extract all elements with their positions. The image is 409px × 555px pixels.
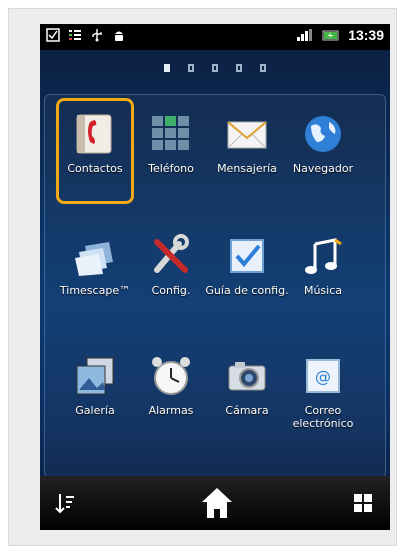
contacts-icon [73, 112, 117, 156]
globe-browser-icon [301, 112, 345, 156]
app-label: Galería [75, 404, 115, 417]
app-setup-guide[interactable]: Guía de config. [205, 234, 289, 297]
clock: 13:39 [348, 27, 384, 43]
svg-text:@: @ [315, 367, 331, 386]
app-messaging[interactable]: Mensajería [205, 112, 289, 175]
sort-icon [55, 494, 74, 514]
phone-dialer-icon [149, 112, 193, 156]
app-label: Alarmas [148, 404, 194, 417]
app-label: Música [303, 284, 343, 297]
apps-grid-button[interactable] [348, 488, 378, 518]
app-gallery[interactable]: Galería [53, 354, 137, 417]
app-label: Config. [151, 284, 191, 297]
home-button[interactable] [198, 484, 236, 522]
settings-tools-icon [149, 234, 193, 278]
page-dot[interactable] [236, 64, 242, 72]
android-debug-icon [115, 31, 123, 41]
app-settings[interactable]: Config. [129, 234, 213, 297]
bottom-bar [40, 476, 390, 530]
app-music[interactable]: Música [281, 234, 365, 297]
alarm-clock-icon [149, 354, 193, 398]
home-icon [202, 488, 232, 518]
app-timescape[interactable]: Timescape™ [53, 234, 137, 297]
app-label: Cámara [225, 404, 269, 417]
status-bar: 13:39 [40, 24, 390, 50]
app-label: Correo electrónico [292, 404, 354, 430]
usb-icon [92, 29, 102, 42]
battery-icon [322, 30, 339, 41]
page-dot[interactable] [188, 64, 194, 72]
app-phone[interactable]: Teléfono [129, 112, 213, 175]
app-label: Navegador [292, 162, 354, 175]
email-icon: @ [301, 354, 345, 398]
app-label: Guía de config. [205, 284, 289, 297]
app-label: Timescape™ [59, 284, 131, 297]
page-dot-active[interactable] [164, 64, 170, 72]
app-camera[interactable]: Cámara [205, 354, 289, 417]
home-page-indicator[interactable] [40, 64, 390, 72]
sort-button[interactable] [50, 488, 80, 518]
phone-screen: 13:39 Contactos Teléfono Mensajería Nave… [40, 24, 390, 530]
signal-icon [297, 29, 313, 41]
page-dot[interactable] [260, 64, 266, 72]
camera-icon [225, 354, 269, 398]
app-label: Contactos [67, 162, 123, 175]
notification-list-icon [69, 30, 81, 40]
app-browser[interactable]: Navegador [281, 112, 365, 175]
app-email[interactable]: @ Correo electrónico [281, 354, 365, 430]
gallery-icon [73, 354, 117, 398]
page-dot[interactable] [212, 64, 218, 72]
app-contacts[interactable]: Contactos [53, 112, 137, 175]
apps-grid-icon [354, 494, 372, 512]
timescape-icon [73, 234, 117, 278]
setup-guide-checkbox-icon [225, 234, 269, 278]
messaging-envelope-icon [225, 112, 269, 156]
app-label: Teléfono [148, 162, 194, 175]
app-alarms[interactable]: Alarmas [129, 354, 213, 417]
music-note-icon [301, 234, 345, 278]
checkbox-icon [46, 28, 60, 42]
app-label: Mensajería [217, 162, 277, 175]
